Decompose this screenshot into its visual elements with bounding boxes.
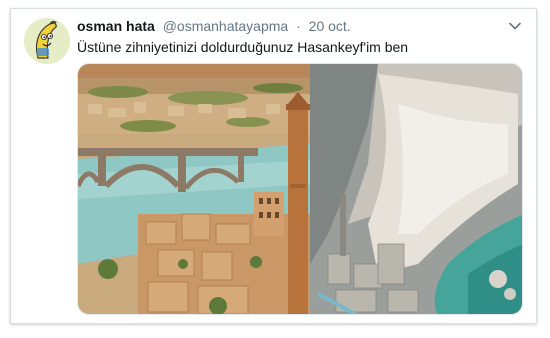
tweet-text: Üstüne zihniyetinizi doldurduğunuz Hasan… [77,39,409,55]
tweet-card[interactable]: osman hata @osmanhatayapma · 20 oct. Üst… [10,8,537,324]
hasankeyf-comparison-photo [78,64,522,314]
author-name[interactable]: osman hata [77,18,155,34]
tweet-header: osman hata @osmanhatayapma · 20 oct. [77,18,351,35]
tweet-date[interactable]: 20 oct. [309,18,351,34]
avatar[interactable] [24,18,70,64]
chevron-down-icon[interactable] [508,19,522,33]
tweet-media-image[interactable] [77,63,523,315]
separator-dot: · [296,18,301,34]
author-handle[interactable]: @osmanhatayapma [163,18,289,34]
banana-avatar-icon [24,18,70,64]
